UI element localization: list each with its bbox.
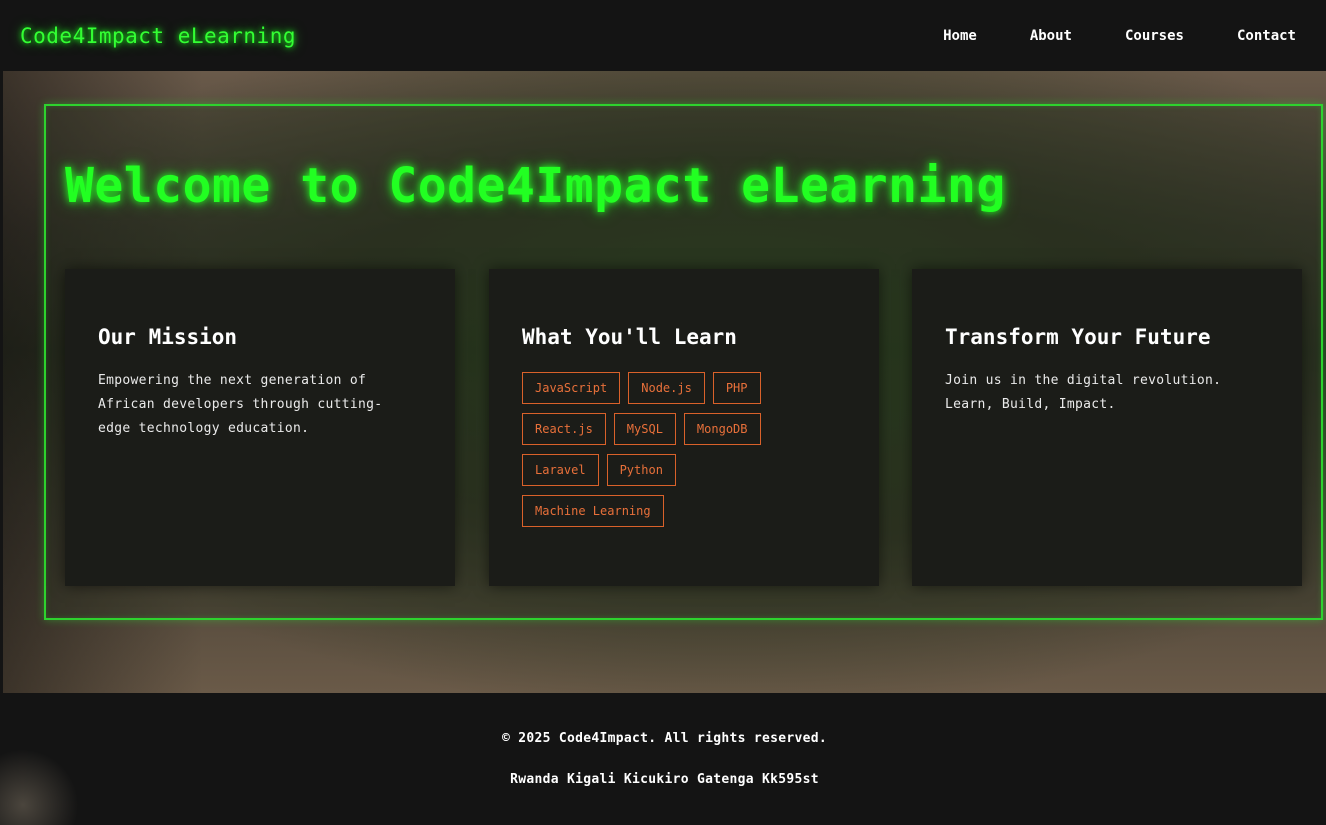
tag-nodejs: Node.js	[628, 372, 705, 404]
tag-reactjs: React.js	[522, 413, 606, 445]
tag-machine-learning: Machine Learning	[522, 495, 664, 527]
nav-link-courses[interactable]: Courses	[1125, 28, 1184, 44]
tag-laravel: Laravel	[522, 454, 599, 486]
site-header: Code4Impact eLearning Home About Courses…	[3, 0, 1326, 71]
site-footer: © 2025 Code4Impact. All rights reserved.…	[0, 693, 1326, 825]
nav-link-contact[interactable]: Contact	[1237, 28, 1296, 44]
main-nav: Home About Courses Contact	[943, 28, 1296, 44]
tag-mysql: MySQL	[613, 413, 676, 445]
skill-tags: JavaScript Node.js PHP React.js MySQL Mo…	[522, 372, 822, 527]
card-title: What You'll Learn	[522, 325, 737, 349]
nav-link-about[interactable]: About	[1030, 28, 1072, 44]
nav-link-home[interactable]: Home	[943, 28, 977, 44]
tag-python: Python	[606, 454, 676, 486]
site-logo[interactable]: Code4Impact eLearning	[20, 24, 296, 48]
card-text: Join us in the digital revolution. Learn…	[945, 373, 1222, 412]
tag-php: PHP	[712, 372, 761, 404]
footer-copyright: © 2025 Code4Impact. All rights reserved.	[501, 731, 828, 746]
card-title: Transform Your Future	[945, 325, 1211, 349]
tag-mongodb: MongoDB	[683, 413, 761, 445]
hero-title: Welcome to Code4Impact eLearning	[65, 158, 1006, 214]
card-text: Empowering the next generation of Africa…	[98, 373, 383, 436]
footer-address: Rwanda Kigali Kicukiro Gatenga Kk595st	[510, 772, 819, 787]
future-card: Transform Your Future Join us in the dig…	[912, 269, 1302, 586]
card-title: Our Mission	[98, 325, 238, 349]
page: Code4Impact eLearning Home About Courses…	[0, 0, 1326, 825]
learn-card: What You'll Learn JavaScript Node.js PHP…	[489, 269, 879, 586]
tag-javascript: JavaScript	[522, 372, 621, 404]
hero-section: Welcome to Code4Impact eLearning Our Mis…	[3, 71, 1326, 693]
hero-frame: Welcome to Code4Impact eLearning Our Mis…	[44, 104, 1323, 620]
mission-card: Our Mission Empowering the next generati…	[65, 269, 455, 586]
